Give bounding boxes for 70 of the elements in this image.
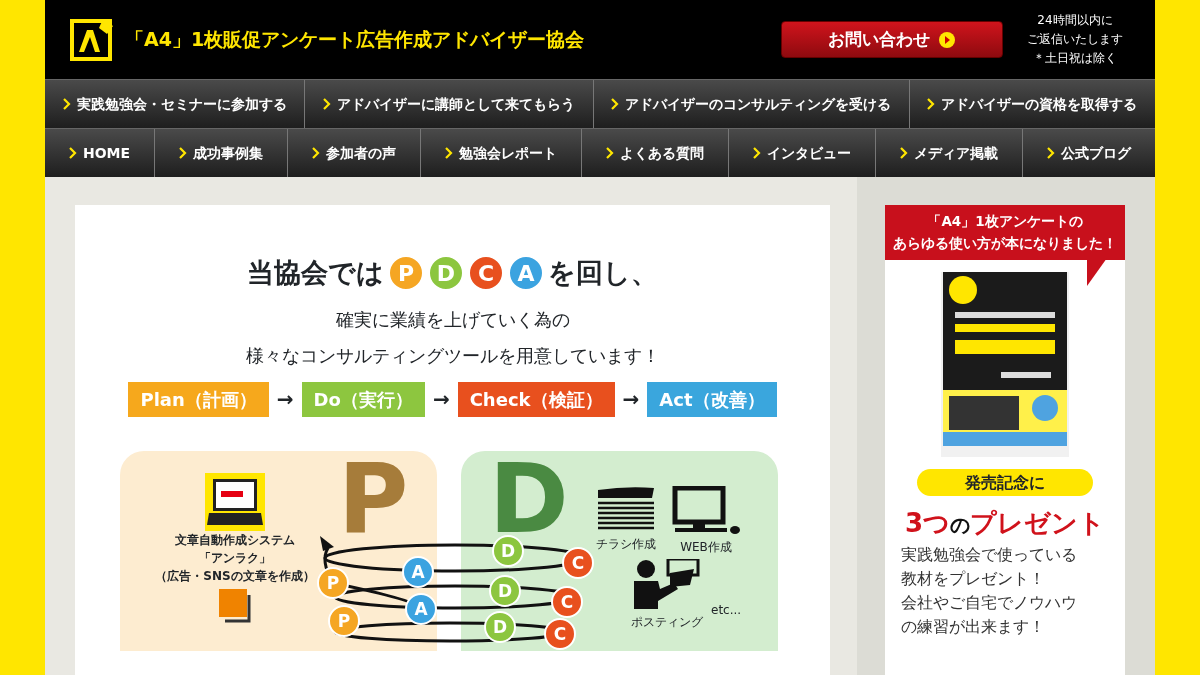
caption-text: 文章自動作成システム (175, 531, 295, 549)
banner-text: 「A4」1枚アンケートの (926, 212, 1084, 231)
contact-button[interactable]: お問い合わせ (781, 21, 1003, 58)
subtitle-text: 確実に業績を上げていく為の (334, 307, 571, 332)
nav-link[interactable]: 成功事例集 (155, 129, 289, 177)
arrow-text: → (622, 386, 640, 413)
arrow-text: → (276, 386, 294, 413)
cycle-badge: P (317, 566, 349, 599)
chevron-icon (179, 147, 188, 159)
chevron-icon (1047, 147, 1055, 159)
nav-link[interactable]: よくある質問 (582, 129, 730, 177)
headline-text: を回し、 (548, 256, 658, 290)
banner-text: あらゆる使い方が本になりました！ (892, 233, 1118, 253)
present-headline: 3つのプレゼント (903, 507, 1107, 541)
step-label: Act（改善） (647, 381, 777, 417)
stack-icon (596, 485, 656, 531)
monitor-icon (671, 485, 741, 534)
reply-note: 24時間以内に (1036, 11, 1114, 29)
step-label: Do（実行） (301, 381, 425, 417)
cycle-badge: A (402, 555, 434, 588)
pdca-badge: P (388, 255, 424, 292)
nav-link[interactable]: 公式ブログ (1023, 129, 1155, 177)
chevron-icon (927, 98, 936, 110)
cycle-badge: C (544, 617, 576, 650)
cycle-badge: C (551, 585, 583, 618)
body-text: 実践勉強会で使っている (901, 544, 1078, 567)
pdca-badge: A (508, 255, 544, 292)
chevron-icon (62, 98, 71, 110)
nav-link[interactable]: 参加者の声 (288, 129, 422, 177)
cycle-badge: D (489, 574, 521, 607)
chevron-icon (69, 147, 77, 159)
caption-text: （広告・SNSの文章を作成） (155, 567, 315, 585)
item-label: etc... (711, 601, 742, 619)
item-label: チラシ作成 (596, 535, 656, 553)
promo-label: 発売記念に (917, 469, 1093, 497)
chevron-icon (606, 147, 615, 159)
nav-link[interactable]: HOME (45, 129, 156, 177)
item-label: WEB作成 (680, 538, 732, 556)
person-icon (634, 558, 700, 609)
chevron-icon (611, 98, 620, 110)
laptop-icon (205, 472, 265, 531)
cycle-badge: P (328, 604, 360, 637)
step-label: Check（検証） (457, 381, 615, 417)
subtitle-text: 様々なコンサルティングツールを用意しています！ (245, 343, 660, 368)
site-title: 「A4」1枚販促アンケート広告作成アドバイザー協会 (125, 27, 585, 53)
reply-note: ご返信いたします (1027, 30, 1123, 48)
cycle-badge: A (405, 592, 437, 625)
arrow-text: → (432, 386, 450, 413)
chevron-icon (445, 147, 454, 159)
body-text: 教材をプレゼント！ (901, 568, 1046, 591)
nav-link[interactable]: アドバイザーの資格を取得する (909, 80, 1155, 128)
cycle-badge: C (562, 546, 594, 579)
pdca-badge: C (468, 255, 504, 292)
chevron-icon (900, 147, 908, 159)
pdca-badge: D (428, 255, 464, 292)
headline-text: 当協会では (247, 256, 384, 290)
body-text: の練習が出来ます！ (901, 616, 1046, 639)
chevron-icon (322, 98, 331, 110)
item-label: ポスティング (631, 613, 703, 631)
arrow-head-icon (320, 535, 334, 551)
nav-link[interactable]: 勉強会レポート (421, 129, 583, 177)
play-icon (938, 30, 956, 49)
cycle-badge: D (484, 610, 516, 643)
chevron-icon (312, 147, 321, 159)
step-label: Plan（計画） (128, 381, 269, 417)
reply-note: ＊土日祝は除く (1032, 50, 1118, 68)
caption-text: 「アンラク」 (199, 549, 271, 567)
big-letter: P (338, 450, 409, 547)
body-text: 会社やご自宅でノウハウ (901, 592, 1078, 615)
chevron-icon (753, 147, 762, 159)
